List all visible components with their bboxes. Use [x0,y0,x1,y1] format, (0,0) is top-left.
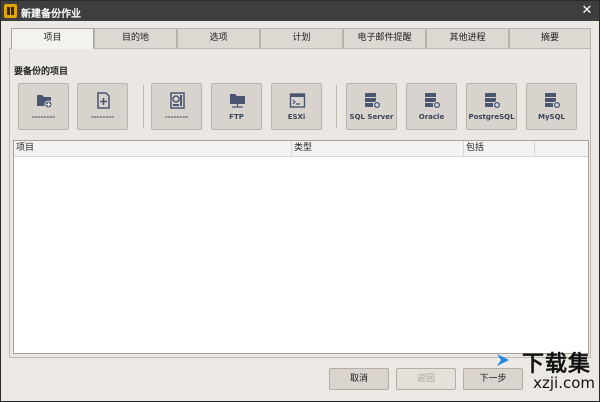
arrow-logo-icon [497,354,509,366]
section-label: 要备份的项目 [14,67,69,77]
ftp-folder-icon [230,94,245,108]
title-bar[interactable]: 新建备份作业 ✕ [1,1,599,21]
mysql-button[interactable]: MySQL [526,83,577,130]
tab-schedule[interactable]: 计划 [260,28,343,48]
add-folder-button[interactable]: -------- [18,83,69,130]
add-disk-label: -------- [164,113,189,121]
ftp-label: FTP [229,113,244,121]
items-table[interactable]: 项目 类型 包括 [13,140,589,354]
postgresql-label: PostgreSQL [468,113,515,121]
sql-server-label: SQL Server [349,113,394,121]
oracle-button[interactable]: Oracle [406,83,457,130]
column-header-item[interactable]: 项目 [14,141,292,157]
table-header: 项目 类型 包括 [14,141,588,157]
mysql-icon [545,93,561,109]
ftp-button[interactable]: FTP [211,83,262,130]
separator [143,85,144,128]
column-header-include[interactable]: 包括 [464,141,535,157]
add-file-button[interactable]: -------- [77,83,128,130]
tab-bar: 项目 目的地 选项 计划 电子邮件提醒 其他进程 摘要 [11,28,591,49]
tab-items[interactable]: 项目 [11,28,94,49]
add-file-label: -------- [90,113,115,121]
tab-other-processes[interactable]: 其他进程 [426,28,509,48]
sql-server-icon [365,93,381,109]
back-button[interactable]: 返回 [396,368,456,390]
watermark-sub-text: xzji.com [533,374,595,392]
esxi-button[interactable]: ESXi [271,83,322,130]
esxi-icon [289,93,306,108]
file-add-icon [97,92,110,109]
window-title: 新建备份作业 [21,9,81,20]
sql-server-button[interactable]: SQL Server [346,83,397,130]
cancel-button[interactable]: 取消 [329,368,389,390]
app-logo-icon [4,4,17,18]
postgresql-button[interactable]: PostgreSQL [466,83,517,130]
tab-destination[interactable]: 目的地 [94,28,177,48]
postgresql-icon [485,93,501,109]
add-folder-label: -------- [31,113,56,121]
tab-summary[interactable]: 摘要 [509,28,591,48]
tab-options[interactable]: 选项 [177,28,260,48]
add-disk-button[interactable]: -------- [151,83,202,130]
separator [336,85,337,128]
site-watermark: 下载集 xzji.com [495,346,595,398]
folder-add-icon [37,95,53,109]
oracle-icon [425,93,441,109]
backup-job-window: 新建备份作业 ✕ 项目 目的地 选项 计划 电子邮件提醒 其他进程 摘要 要备份… [0,0,600,402]
oracle-label: Oracle [418,113,445,121]
disk-icon [170,92,185,109]
close-button[interactable]: ✕ [579,3,595,19]
mysql-label: MySQL [538,113,565,121]
esxi-label: ESXi [287,113,306,121]
items-panel: 要备份的项目 -------- -------- -------- FTP ES… [9,48,591,358]
tab-email-alerts[interactable]: 电子邮件提醒 [343,28,426,48]
column-header-type[interactable]: 类型 [292,141,464,157]
